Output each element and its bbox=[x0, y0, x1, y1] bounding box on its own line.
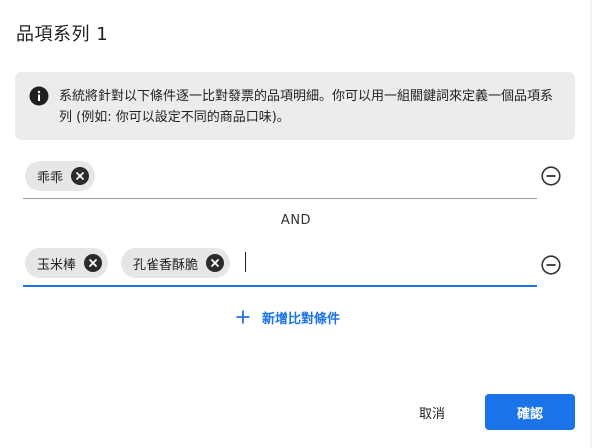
info-text: 系統將針對以下條件逐一比對發票的品項明細。你可以用一組關鍵詞來定義一個品項系列 … bbox=[59, 89, 554, 125]
cancel-button[interactable]: 取消 bbox=[404, 394, 460, 430]
condition-input-1[interactable]: 乖乖 bbox=[23, 158, 537, 199]
condition-input-2[interactable]: 玉米棒 孔雀香酥脆 bbox=[23, 245, 537, 287]
chip-remove-icon[interactable] bbox=[206, 254, 225, 272]
add-condition-label: 新增比對條件 bbox=[262, 311, 341, 327]
info-banner: 系統將針對以下條件逐一比對發票的品項明細。你可以用一組關鍵詞來定義一個品項系列 … bbox=[15, 72, 575, 140]
minus-circle-icon[interactable] bbox=[541, 255, 561, 275]
confirm-button[interactable]: 確認 bbox=[485, 394, 575, 430]
chip-label: 孔雀香酥脆 bbox=[133, 257, 199, 273]
add-condition-button[interactable]: 新增比對條件 bbox=[236, 306, 340, 328]
minus-circle-icon[interactable] bbox=[541, 166, 561, 186]
chip-remove-icon[interactable] bbox=[84, 254, 103, 272]
keyword-chip: 乖乖 bbox=[25, 161, 96, 191]
info-icon bbox=[29, 86, 49, 106]
dialog-title: 品項系列 1 bbox=[16, 24, 109, 45]
plus-icon bbox=[236, 310, 250, 324]
condition-operator: AND bbox=[280, 213, 312, 228]
text-cursor bbox=[245, 252, 246, 272]
chip-remove-icon[interactable] bbox=[71, 167, 90, 185]
keyword-chip: 玉米棒 bbox=[25, 248, 109, 278]
chip-label: 玉米棒 bbox=[37, 257, 77, 273]
chip-label: 乖乖 bbox=[37, 170, 64, 186]
item-series-dialog: 品項系列 1 系統將針對以下條件逐一比對發票的品項明細。你可以用一組關鍵詞來定義… bbox=[0, 0, 592, 448]
keyword-chip: 孔雀香酥脆 bbox=[121, 248, 231, 278]
